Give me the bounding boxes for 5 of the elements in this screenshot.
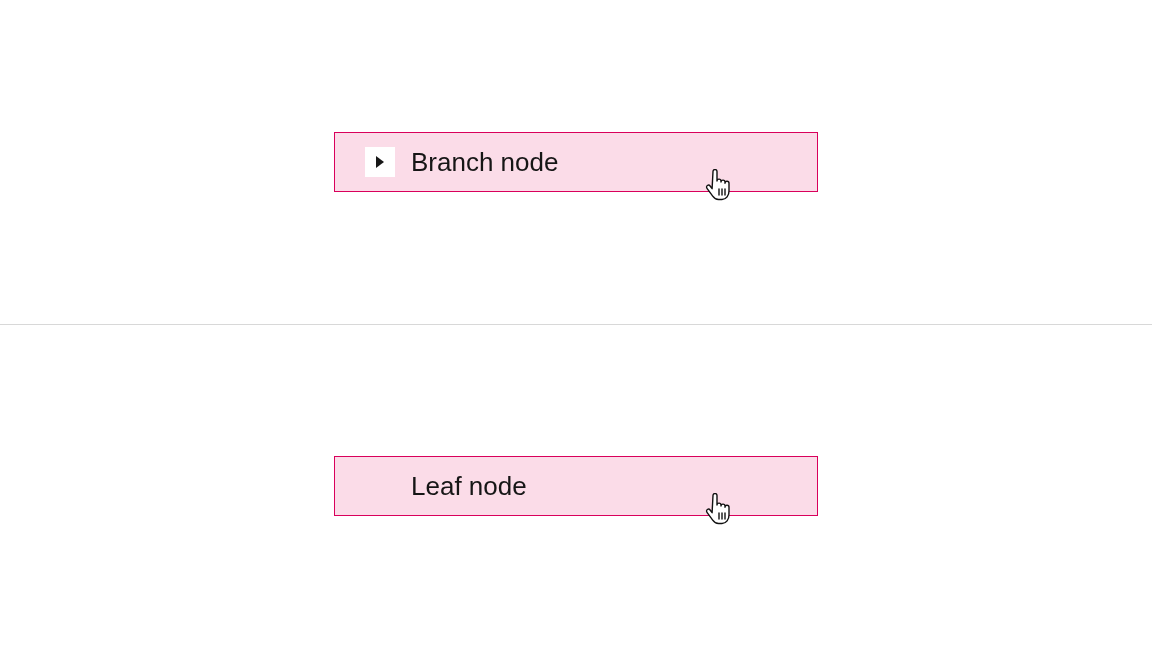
node-label: Leaf node — [411, 473, 527, 500]
hand-cursor-icon — [705, 493, 733, 527]
hand-cursor-icon — [705, 168, 733, 202]
caret-icon[interactable] — [365, 146, 395, 177]
node-label: Branch node — [411, 148, 559, 175]
